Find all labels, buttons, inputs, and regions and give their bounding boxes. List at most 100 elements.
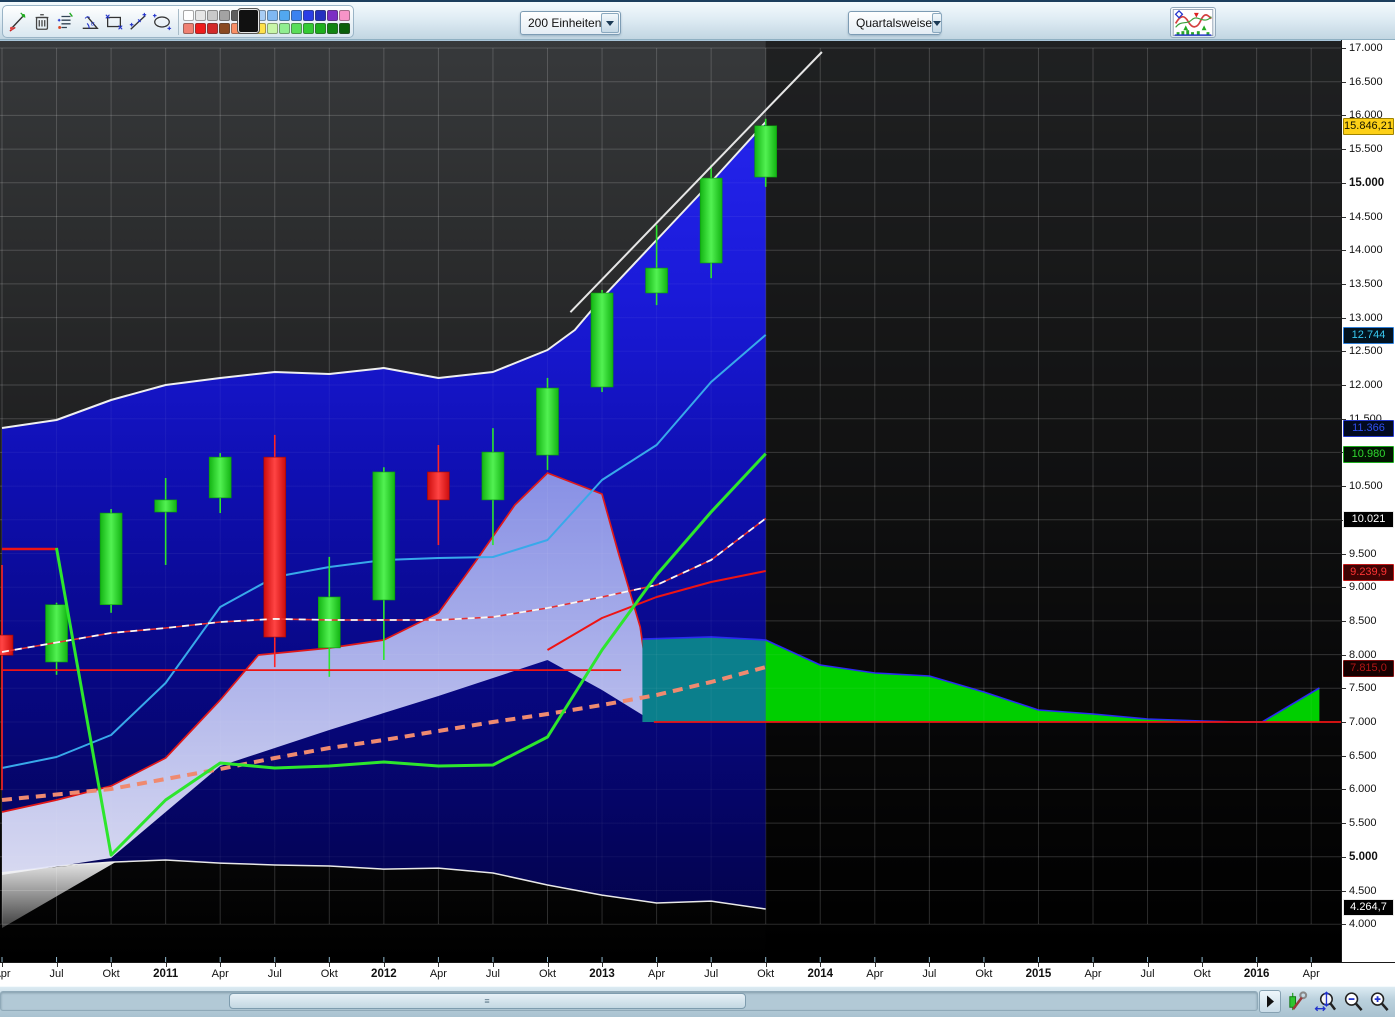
- x-axis-tick: [984, 963, 985, 967]
- color-swatch[interactable]: [267, 23, 278, 34]
- x-axis-tick: [438, 963, 439, 967]
- color-swatch[interactable]: [291, 10, 302, 21]
- x-axis-label: 2012: [362, 968, 406, 980]
- color-swatch[interactable]: [315, 23, 326, 34]
- candle-body: [700, 178, 722, 263]
- x-axis-label: 2014: [798, 968, 842, 980]
- chevron-down-icon[interactable]: [932, 13, 942, 33]
- zoom-range-button[interactable]: [1312, 990, 1339, 1013]
- y-axis-tick: 5.500: [1342, 815, 1395, 831]
- x-axis-label: Jul: [907, 968, 951, 980]
- color-swatch[interactable]: [195, 23, 206, 34]
- quote-list-tool[interactable]: [56, 9, 76, 35]
- price-marker: 12.744: [1343, 327, 1394, 344]
- color-swatch[interactable]: [183, 23, 194, 34]
- price-marker: 9.239,9: [1343, 564, 1394, 581]
- x-axis-tick: [57, 963, 58, 967]
- y-axis-tick: 6.000: [1342, 781, 1395, 797]
- y-axis-tick: 8.500: [1342, 613, 1395, 629]
- units-dropdown[interactable]: 200 Einheiten: [520, 11, 621, 35]
- color-swatch[interactable]: [303, 10, 314, 21]
- color-swatch[interactable]: [219, 23, 230, 34]
- x-axis-tick: [275, 963, 276, 967]
- y-axis-tick: 14.000: [1342, 242, 1395, 258]
- y-axis-tick: 9.000: [1342, 579, 1395, 595]
- candle-body: [155, 500, 177, 512]
- candle-body: [318, 597, 340, 648]
- interval-dropdown[interactable]: Quartalsweise: [848, 11, 941, 35]
- x-axis-tick: [220, 963, 221, 967]
- scrollbar-track[interactable]: ≡: [0, 991, 1258, 1011]
- y-axis-tick: 15.500: [1342, 141, 1395, 157]
- scroll-right-button[interactable]: [1259, 990, 1281, 1013]
- candle-body: [482, 452, 504, 500]
- x-axis-label: Jul: [253, 968, 297, 980]
- x-axis-tick: [1311, 963, 1312, 967]
- x-axis-tick: [657, 963, 658, 967]
- price-marker: 7.815,0: [1343, 660, 1394, 677]
- x-axis-tick: [166, 963, 167, 967]
- color-swatch[interactable]: [207, 23, 218, 34]
- color-swatch[interactable]: [279, 23, 290, 34]
- zoom-in-button[interactable]: [1367, 990, 1391, 1013]
- plot-area[interactable]: [0, 40, 1341, 962]
- candle-body: [46, 605, 68, 662]
- color-swatch[interactable]: [339, 23, 350, 34]
- plot-top-separator: [0, 40, 1341, 41]
- price-marker: 4.264,7: [1343, 899, 1394, 916]
- color-swatch[interactable]: [315, 10, 326, 21]
- x-axis-label: Apr: [1289, 968, 1333, 980]
- x-axis-label: Okt: [526, 968, 570, 980]
- color-swatch[interactable]: [291, 23, 302, 34]
- x-axis-tick: [548, 963, 549, 967]
- angle-tool[interactable]: α: [80, 9, 100, 35]
- x-axis-tick: [1202, 963, 1203, 967]
- zoom-range-icon: [1312, 990, 1339, 1013]
- price-marker: 11.366: [1343, 420, 1394, 437]
- color-swatch[interactable]: [327, 23, 338, 34]
- rectangle-tool[interactable]: [104, 9, 124, 35]
- x-axis-tick: [929, 963, 930, 967]
- y-axis-tick: 17.000: [1342, 40, 1395, 56]
- x-axis-tick: [1257, 963, 1258, 967]
- x-axis-label: 2015: [1016, 968, 1060, 980]
- color-swatch[interactable]: [327, 10, 338, 21]
- x-axis-label: Okt: [307, 968, 351, 980]
- x-axis-tick: [1038, 963, 1039, 967]
- price-axis: 4.0004.5005.0005.5006.0006.5007.0007.500…: [1341, 40, 1395, 962]
- x-axis-tick: [2, 963, 3, 967]
- time-axis: AprJulOkt2011AprJulOkt2012AprJulOkt2013A…: [0, 962, 1341, 986]
- charting-application: α 200 Einheiten Quartalsweise: [0, 0, 1395, 1017]
- candle-wrench-icon: [1285, 990, 1309, 1013]
- zoom-out-button[interactable]: [1341, 990, 1365, 1013]
- color-swatch[interactable]: [339, 10, 350, 21]
- scrollbar-thumb[interactable]: ≡: [229, 993, 746, 1009]
- selected-color-swatch[interactable]: [238, 9, 259, 33]
- x-axis-label: Okt: [962, 968, 1006, 980]
- color-swatch[interactable]: [279, 10, 290, 21]
- price-marker: 10.021: [1343, 511, 1394, 528]
- drawing-tools: α: [6, 9, 174, 35]
- y-axis-tick: 5.000: [1342, 849, 1395, 865]
- price-marker: 15.846,21: [1343, 118, 1394, 135]
- arrow-right-icon: [1260, 991, 1280, 1012]
- color-swatch[interactable]: [219, 10, 230, 21]
- color-swatch[interactable]: [207, 10, 218, 21]
- ellipse-tool[interactable]: [152, 9, 172, 35]
- overlap-area: [642, 637, 765, 722]
- chevron-down-icon[interactable]: [601, 13, 619, 33]
- chart-settings-button[interactable]: [1285, 990, 1309, 1013]
- ray-tool[interactable]: [128, 9, 148, 35]
- candle-body: [646, 268, 668, 293]
- toolbar: α 200 Einheiten Quartalsweise: [0, 0, 1395, 40]
- color-swatch[interactable]: [195, 10, 206, 21]
- trendline-tool[interactable]: [8, 9, 28, 35]
- delete-tool[interactable]: [32, 9, 52, 35]
- y-axis-tick: 16.500: [1342, 74, 1395, 90]
- y-axis-tick: 14.500: [1342, 209, 1395, 225]
- color-swatch[interactable]: [267, 10, 278, 21]
- chart-style-button[interactable]: [1170, 7, 1216, 38]
- color-swatch[interactable]: [183, 10, 194, 21]
- color-swatch[interactable]: [303, 23, 314, 34]
- x-axis-tick: [820, 963, 821, 967]
